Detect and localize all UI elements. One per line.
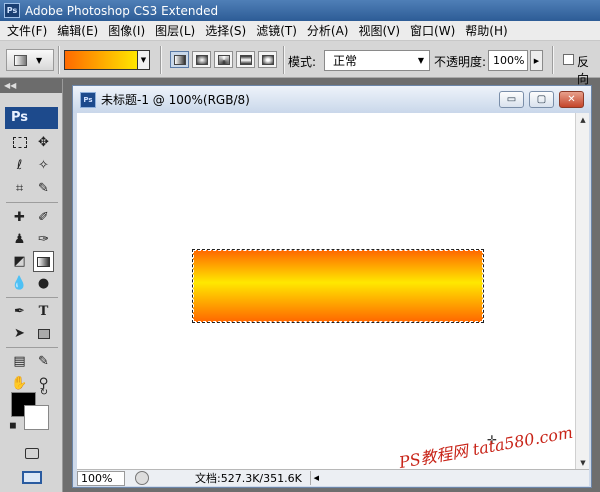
gradient-tool-icon <box>37 256 50 267</box>
document-info: 文档:527.3K/351.6K <box>195 472 302 485</box>
app-title: Adobe Photoshop CS3 Extended <box>25 3 219 18</box>
angle-gradient-button[interactable] <box>214 51 233 68</box>
maximize-button[interactable]: ▢ <box>529 91 554 108</box>
healing-brush-tool-icon[interactable]: ✚ <box>9 207 30 228</box>
document-ps-icon: Ps <box>80 91 96 108</box>
quick-mask-icon[interactable] <box>21 443 42 464</box>
lasso-tool-icon[interactable]: ℓ <box>9 155 30 176</box>
tool-preset-picker[interactable]: ▼ <box>6 49 54 71</box>
notes-tool-icon[interactable]: ▤ <box>9 351 30 372</box>
eyedropper-tool-icon[interactable]: ✎ <box>33 351 54 372</box>
divider <box>6 202 58 203</box>
document-title: 未标题-1 @ 100%(RGB/8) <box>101 93 250 107</box>
divider <box>6 297 58 298</box>
screen-mode-icon[interactable] <box>17 467 46 488</box>
swap-colors-icon[interactable]: ↻ <box>37 385 51 399</box>
toolbox: ◀◀ Ps ✥ ℓ ✧ ⌗ ✎ ✚ ✐ ♟ ✑ ◩ 💧 ● ✒ T ➤ ▤ ✎ … <box>0 79 63 492</box>
maximize-icon: ▢ <box>536 94 547 105</box>
default-colors-icon[interactable]: ◼ <box>6 419 20 433</box>
pen-tool-icon[interactable]: ✒ <box>9 301 30 322</box>
diamond-gradient-icon <box>262 55 274 65</box>
options-bar: ▼ ▼ 模式: 正常 ▼ 不透明度: 100% ▶ 反向 <box>0 41 600 86</box>
rectangle-tool-icon[interactable] <box>33 323 54 344</box>
toolbox-collapse-icon[interactable]: ◀◀ <box>0 79 62 93</box>
gradient-tool-button[interactable] <box>33 251 54 272</box>
menu-file[interactable]: 文件(F) <box>0 22 47 39</box>
brush-tool-icon[interactable]: ✐ <box>33 207 54 228</box>
menu-image[interactable]: 图像(I) <box>101 22 145 39</box>
photoshop-logo-icon: Ps <box>4 3 20 18</box>
opacity-input[interactable]: 100% <box>488 50 528 71</box>
hand-tool-icon[interactable]: ✋ <box>9 373 30 394</box>
gradient-tool-icon <box>14 54 27 66</box>
eraser-tool-icon[interactable]: ◩ <box>9 251 30 272</box>
chevron-down-icon: ▼ <box>36 55 43 65</box>
reflected-gradient-icon <box>240 55 252 65</box>
menu-filter[interactable]: 滤镜(T) <box>249 22 297 39</box>
chevron-down-icon[interactable]: ▼ <box>137 51 149 69</box>
minimize-button[interactable]: ▭ <box>499 91 524 108</box>
close-icon: ✕ <box>567 94 576 105</box>
opacity-label: 不透明度: <box>434 55 487 69</box>
dodge-tool-icon[interactable]: ● <box>33 273 54 294</box>
document-window: Ps 未标题-1 @ 100%(RGB/8) ▭ ▢ ✕ ✛ PS教程网 tat… <box>72 85 592 488</box>
status-menu-icon[interactable] <box>135 471 149 485</box>
eyedropper-slice-icon[interactable]: ✎ <box>33 178 54 199</box>
radial-gradient-button[interactable] <box>192 51 211 68</box>
menu-select[interactable]: 选择(S) <box>198 22 246 39</box>
reverse-checkbox[interactable] <box>563 54 574 65</box>
magic-wand-tool-icon[interactable]: ✧ <box>33 155 54 176</box>
chevron-left-icon[interactable]: ◀ <box>309 471 322 485</box>
reflected-gradient-button[interactable] <box>236 51 255 68</box>
move-tool-icon[interactable]: ✥ <box>33 132 54 153</box>
blur-tool-icon[interactable]: 💧 <box>9 273 30 294</box>
chevron-down-icon: ▼ <box>417 56 424 65</box>
menu-edit[interactable]: 编辑(E) <box>50 22 98 39</box>
divider <box>283 46 285 74</box>
history-brush-tool-icon[interactable]: ✑ <box>33 229 54 250</box>
reverse-label: 反向 <box>577 55 590 86</box>
gradient-picker[interactable]: ▼ <box>64 50 150 70</box>
menu-bar: 文件(F) 编辑(E) 图像(I) 图层(L) 选择(S) 滤镜(T) 分析(A… <box>0 21 600 41</box>
menu-window[interactable]: 窗口(W) <box>403 22 455 39</box>
scroll-up-icon[interactable]: ▲ <box>576 113 590 126</box>
menu-analysis[interactable]: 分析(A) <box>300 22 349 39</box>
crop-tool-icon[interactable]: ⌗ <box>9 178 30 199</box>
scroll-down-icon[interactable]: ▼ <box>576 456 590 469</box>
zoom-level-field[interactable]: 100% <box>77 470 125 486</box>
menu-layer[interactable]: 图层(L) <box>148 22 195 39</box>
path-selection-tool-icon[interactable]: ➤ <box>9 323 30 344</box>
toolbox-logo: Ps <box>5 107 58 129</box>
watermark-text: PS教程网 tata580.com <box>397 422 575 473</box>
background-color-swatch[interactable] <box>24 405 49 430</box>
mode-select[interactable]: 正常 ▼ <box>324 50 430 71</box>
angle-gradient-icon <box>218 55 230 65</box>
chevron-right-icon[interactable]: ▶ <box>530 50 543 71</box>
divider <box>6 347 58 348</box>
marquee-tool-icon[interactable] <box>9 132 30 153</box>
divider <box>58 46 60 74</box>
menu-view[interactable]: 视图(V) <box>351 22 400 39</box>
divider <box>160 46 162 74</box>
mode-label: 模式: <box>288 55 317 69</box>
diamond-gradient-button[interactable] <box>258 51 277 68</box>
app-titlebar: Ps Adobe Photoshop CS3 Extended <box>0 0 600 21</box>
vertical-scrollbar[interactable]: ▲ ▼ <box>575 113 589 469</box>
divider <box>552 46 554 74</box>
radial-gradient-icon <box>196 55 208 65</box>
document-titlebar[interactable]: Ps 未标题-1 @ 100%(RGB/8) ▭ ▢ ✕ <box>73 86 591 113</box>
linear-gradient-button[interactable] <box>170 51 189 68</box>
menu-help[interactable]: 帮助(H) <box>458 22 507 39</box>
canvas[interactable]: ✛ PS教程网 tata580.com <box>77 113 575 472</box>
gradient-selection[interactable] <box>192 249 484 323</box>
status-bar: 100% 文档:527.3K/351.6K ◀ <box>77 469 589 486</box>
minimize-icon: ▭ <box>506 94 517 105</box>
clone-stamp-tool-icon[interactable]: ♟ <box>9 229 30 250</box>
gradient-preview <box>65 51 137 69</box>
type-tool-icon[interactable]: T <box>33 301 54 322</box>
linear-gradient-icon <box>174 55 186 65</box>
close-button[interactable]: ✕ <box>559 91 584 108</box>
mode-value: 正常 <box>333 54 358 68</box>
